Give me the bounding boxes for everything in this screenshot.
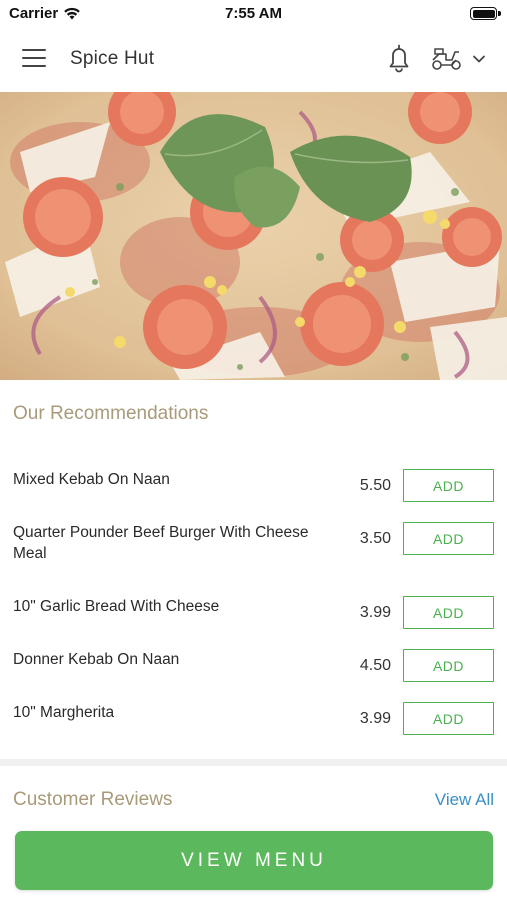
view-all-link[interactable]: View All	[435, 790, 494, 810]
item-name: Donner Kebab On Naan	[13, 651, 180, 668]
item-price: 3.99	[359, 604, 391, 621]
add-button[interactable]: ADD	[403, 649, 494, 682]
item-name: Mixed Kebab On Naan	[13, 471, 170, 488]
page-title: Spice Hut	[70, 48, 155, 69]
reviews-title: Customer Reviews	[13, 789, 173, 810]
chevron-down-icon[interactable]	[471, 52, 487, 66]
hero-pizza-image	[0, 92, 507, 380]
battery-tip	[498, 11, 501, 16]
item-price: 5.50	[359, 477, 391, 494]
bell-icon[interactable]	[384, 42, 414, 74]
item-price: 4.50	[359, 657, 391, 674]
status-bar: Carrier 7:55 AM	[0, 0, 507, 28]
battery-icon	[470, 7, 497, 20]
hamburger-menu-icon[interactable]	[22, 49, 48, 71]
item-price: 3.99	[359, 710, 391, 727]
item-name: 10" Margherita	[13, 704, 115, 721]
view-menu-button[interactable]: VIEW MENU	[15, 831, 493, 890]
section-divider	[0, 759, 507, 766]
scooter-icon[interactable]	[430, 46, 464, 72]
add-button[interactable]: ADD	[403, 596, 494, 629]
item-name: 10" Garlic Bread With Cheese	[13, 598, 220, 615]
add-button[interactable]: ADD	[403, 522, 494, 555]
add-button[interactable]: ADD	[403, 702, 494, 735]
status-time: 7:55 AM	[225, 5, 282, 22]
item-name: Quarter Pounder Beef Burger With Cheese …	[13, 524, 309, 562]
recommendations-title: Our Recommendations	[13, 403, 209, 424]
app-header: Spice Hut	[0, 28, 507, 92]
item-price: 3.50	[359, 530, 391, 547]
add-button[interactable]: ADD	[403, 469, 494, 502]
